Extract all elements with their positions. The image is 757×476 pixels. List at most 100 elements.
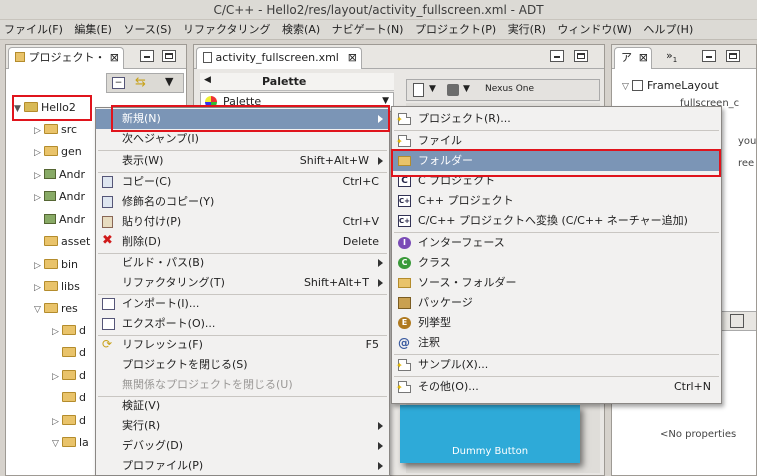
menu-help[interactable]: ヘルプ(H) — [639, 20, 697, 39]
tree-row-drawable-5[interactable]: ▷ d — [52, 411, 86, 431]
minimize-button[interactable] — [140, 50, 154, 62]
chevron-down-icon[interactable]: ▼ — [429, 84, 436, 94]
close-icon[interactable]: ⊠ — [110, 48, 119, 68]
menu-edit[interactable]: 編集(E) — [70, 20, 116, 39]
interface-icon: I — [398, 237, 411, 249]
menu-item-close-unrelated-projects: 無関係なプロジェクトを閉じる(U) — [122, 378, 293, 391]
device-name[interactable]: Nexus One — [485, 84, 534, 94]
submenu-item-interface[interactable]: I インターフェース — [392, 233, 721, 253]
editor-tab-activity-fullscreen[interactable]: activity_fullscreen.xml ⊠ — [196, 47, 362, 69]
submenu-item-package[interactable]: パッケージ — [392, 293, 721, 313]
library-icon — [44, 214, 56, 224]
menu-source[interactable]: ソース(S) — [119, 20, 175, 39]
link-editor-icon[interactable]: ⇆ — [135, 75, 146, 90]
menu-file[interactable]: ファイル(F) — [0, 20, 67, 39]
enum-icon: E — [398, 317, 411, 329]
menu-item-copy-qualified-name[interactable]: 修飾名のコピー(Y) — [96, 192, 389, 212]
menu-project[interactable]: プロジェクト(P) — [411, 20, 500, 39]
submenu-item-cpp-project[interactable]: C+ C++ プロジェクト — [392, 191, 721, 211]
tree-row-assets[interactable]: asset — [34, 232, 90, 252]
menu-item-build-path[interactable]: ビルド・パス(B) — [96, 253, 389, 273]
folder-icon — [62, 437, 76, 447]
menu-item-validate[interactable]: 検証(V) — [96, 396, 389, 416]
menu-item-copy[interactable]: コピー(C) Ctrl+C — [96, 172, 389, 192]
close-icon[interactable]: ⊠ — [639, 48, 648, 68]
tree-row-android-3[interactable]: Andr — [34, 210, 85, 230]
view-menu-chevron-down-icon[interactable]: ▼ — [165, 75, 173, 88]
menu-item-paste[interactable]: 貼り付け(P) Ctrl+V — [96, 212, 389, 232]
tree-row-src[interactable]: ▷ src — [34, 120, 77, 140]
menu-item-profile[interactable]: プロファイル(P) — [96, 456, 389, 476]
menu-item-refactor[interactable]: リファクタリング(T) Shift+Alt+T — [96, 273, 389, 293]
submenu-arrow-icon — [378, 462, 383, 470]
layout-config-icon[interactable] — [413, 83, 424, 97]
outline-tab[interactable]: ア ⊠ — [614, 47, 652, 69]
minimize-button[interactable] — [702, 50, 716, 62]
folder-icon — [62, 370, 76, 380]
copy-icon — [102, 176, 113, 188]
submenu-item-convert-cpp[interactable]: C+ C/C++ プロジェクトへ変換 (C/C++ ネーチャー追加) — [392, 211, 721, 231]
menu-item-export[interactable]: エクスポート(O)... — [96, 314, 389, 334]
tree-row-android-2[interactable]: ▷ Andr — [34, 187, 85, 207]
tree-row-drawable-1[interactable]: ▷ d — [52, 321, 86, 341]
more-views-icon[interactable]: »1 — [666, 49, 677, 64]
tree-row-bin[interactable]: ▷ bin — [34, 255, 78, 275]
maximize-button[interactable] — [726, 50, 740, 62]
minimize-button[interactable] — [550, 50, 564, 62]
close-icon[interactable]: ⊠ — [348, 48, 357, 68]
annotation-icon: @ — [398, 336, 410, 350]
window-title: C/C++ - Hello2/res/layout/activity_fulls… — [213, 3, 544, 17]
submenu-item-enum[interactable]: E 列挙型 — [392, 313, 721, 333]
tree-row-android-1[interactable]: ▷ Andr — [34, 165, 85, 185]
tree-row-drawable-3[interactable]: ▷ d — [52, 366, 86, 386]
tree-row-libs[interactable]: ▷ libs — [34, 277, 80, 297]
dummy-button-preview[interactable]: Dummy Button — [400, 405, 580, 463]
tree-row-layout[interactable]: ▽ la — [52, 433, 89, 453]
menu-item-import[interactable]: インポート(I)... — [96, 294, 389, 314]
tree-row-res[interactable]: ▽ res — [34, 299, 78, 319]
maximize-button[interactable] — [162, 50, 176, 62]
xml-file-icon — [203, 52, 212, 63]
submenu-item-example[interactable]: ✦ サンプル(X)... — [392, 355, 721, 375]
copy-icon — [102, 196, 113, 208]
chevron-down-icon[interactable]: ▼ — [463, 84, 470, 94]
menu-item-go-into[interactable]: 次へジャンプ(I) — [96, 129, 389, 149]
palette-title: Palette — [262, 75, 307, 88]
folder-icon — [44, 124, 58, 134]
menu-navigate[interactable]: ナビゲート(N) — [328, 20, 408, 39]
folder-icon — [44, 146, 58, 156]
submenu-item-file[interactable]: ✦ ファイル — [392, 131, 721, 151]
maximize-button[interactable] — [574, 50, 588, 62]
menu-item-show-in[interactable]: 表示(W) Shift+Alt+W — [96, 151, 389, 171]
class-icon: C — [398, 257, 411, 269]
submenu-item-class[interactable]: C クラス — [392, 253, 721, 273]
menu-item-debug[interactable]: デバッグ(D) — [96, 436, 389, 456]
menu-item-refresh[interactable]: ⟳ リフレッシュ(F) F5 — [96, 335, 389, 355]
example-icon: ✦ — [396, 359, 411, 371]
import-icon — [102, 298, 115, 310]
submenu-item-annotation[interactable]: @ 注釈 — [392, 333, 721, 353]
new-project-icon: ✦ — [396, 113, 411, 125]
paste-icon — [102, 216, 113, 228]
project-explorer-tab[interactable]: プロジェクト・ ⊠ — [8, 47, 124, 69]
submenu-item-source-folder[interactable]: ソース・フォルダー — [392, 273, 721, 293]
menu-item-delete[interactable]: ✖ 削除(D) Delete — [96, 232, 389, 252]
submenu-item-project[interactable]: ✦ プロジェクト(R)... — [392, 109, 721, 129]
submenu-item-other[interactable]: ✦ その他(O)... Ctrl+N — [392, 377, 721, 397]
menu-search[interactable]: 検索(A) — [278, 20, 324, 39]
window-title-bar: C/C++ - Hello2/res/layout/activity_fulls… — [0, 0, 757, 20]
menu-window[interactable]: ウィンドウ(W) — [553, 20, 635, 39]
tree-row-drawable-4[interactable]: d — [52, 388, 86, 408]
menu-item-close-project[interactable]: プロジェクトを閉じる(S) — [96, 355, 389, 375]
chevron-left-icon[interactable]: ◀ — [204, 75, 211, 85]
menu-run[interactable]: 実行(R) — [504, 20, 550, 39]
folder-icon — [44, 259, 58, 269]
menu-item-run[interactable]: 実行(R) — [96, 416, 389, 436]
framelayout-icon — [632, 80, 643, 91]
collapse-all-icon[interactable]: − — [112, 77, 125, 89]
tree-row-gen[interactable]: ▷ gen — [34, 142, 82, 162]
maximize-button[interactable] — [730, 314, 744, 328]
outline-framelayout[interactable]: ▽ FrameLayout — [622, 76, 719, 96]
tree-row-drawable-2[interactable]: d — [52, 343, 86, 363]
menu-refactor[interactable]: リファクタリング — [179, 20, 275, 39]
